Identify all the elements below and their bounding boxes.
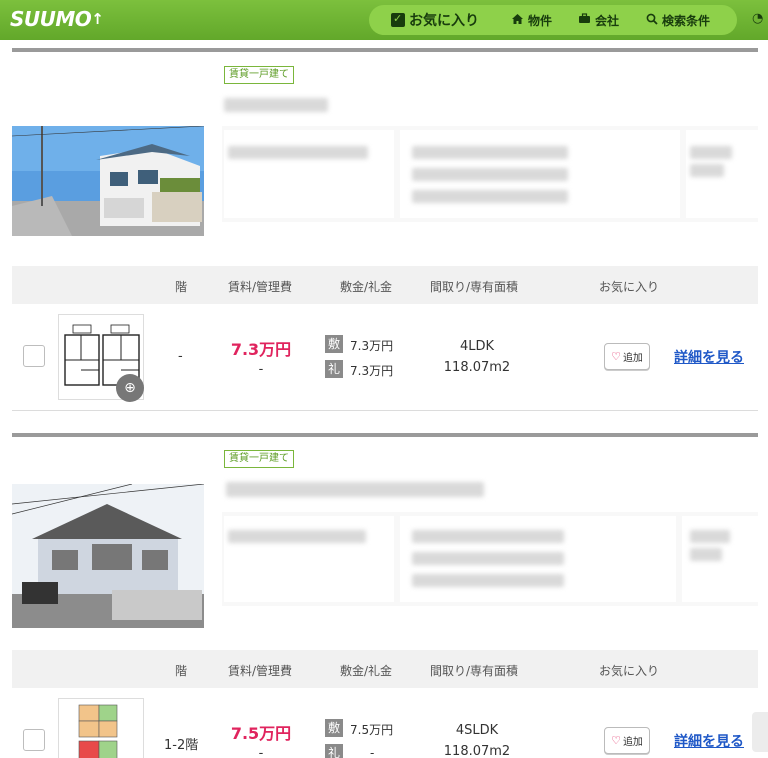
col-deposit: 敷金/礼金 <box>340 664 393 678</box>
floors-blurred <box>690 164 724 177</box>
deposit-badge: 敷 <box>325 719 343 737</box>
access-line-3-blurred <box>412 190 568 203</box>
property-type-tag: 賃貸一戸建て <box>224 450 294 468</box>
access-line-3-blurred <box>412 574 564 587</box>
property-type-tag: 賃貸一戸建て <box>224 66 294 84</box>
property-photo[interactable] <box>12 126 204 236</box>
access-line-1-blurred <box>412 146 568 159</box>
col-favorite: お気に入り <box>599 664 660 678</box>
room-checkbox[interactable] <box>23 729 45 751</box>
room-area: 118.07m2 <box>443 360 511 375</box>
add-favorite-label: 追加 <box>622 353 643 364</box>
property-name-blurred <box>226 482 484 497</box>
key-money-badge: 礼 <box>325 744 343 758</box>
nav-search-conditions[interactable]: 検索条件 <box>646 12 710 29</box>
add-favorite-button[interactable]: ♡ 追加 <box>604 343 650 370</box>
room-row: 1-2階 7.5万円 - 敷 7.5万円 礼 - 4SLDK 118.07m2 … <box>12 688 758 758</box>
zoom-icon[interactable]: ⊕ <box>116 374 144 402</box>
col-floor: 階 <box>175 664 188 678</box>
room-rent: 7.5万円 <box>230 724 292 743</box>
view-details-link[interactable]: 詳細を見る <box>674 347 744 367</box>
room-row: ⊕ - 7.3万円 - 敷 7.3万円 礼 7.3万円 4LDK 118.07m… <box>12 304 758 412</box>
col-rent: 賃料/管理費 <box>228 664 293 678</box>
col-deposit: 敷金/礼金 <box>340 280 393 294</box>
floorplan-image[interactable] <box>58 698 144 758</box>
nav-favorites[interactable]: お気に入り <box>391 10 479 30</box>
info-address <box>224 130 394 218</box>
site-header: SUUMO↑ お気に入り 物件 会社 検索条件 ◔ <box>0 0 768 40</box>
info-address <box>224 516 394 602</box>
age-blurred <box>690 530 730 543</box>
col-favorite: お気に入り <box>599 280 660 294</box>
deposit-badge: 敷 <box>325 335 343 353</box>
col-floor: 階 <box>175 280 188 294</box>
nav-search-label: 検索条件 <box>662 13 711 28</box>
room-table-header: 階 賃料/管理費 敷金/礼金 間取り/専有面積 お気に入り <box>12 650 758 688</box>
listing-divider <box>12 433 758 437</box>
suumo-logo[interactable]: SUUMO↑ <box>10 7 104 31</box>
key-money-value: 7.3万円 <box>350 364 394 378</box>
room-layout: 4LDK <box>459 339 495 354</box>
key-money-value: - <box>370 746 375 758</box>
key-money-badge: 礼 <box>325 360 343 378</box>
nav-companies[interactable]: 会社 <box>578 12 619 29</box>
nav-companies-label: 会社 <box>595 13 620 28</box>
access-line-2-blurred <box>412 552 564 565</box>
floors-blurred <box>690 548 722 561</box>
deposit-value: 7.3万円 <box>350 339 394 353</box>
property-photo[interactable] <box>12 484 204 628</box>
room-floor: - <box>178 349 183 364</box>
nav-properties[interactable]: 物件 <box>511 12 552 29</box>
room-management-fee: - <box>258 362 264 377</box>
heart-icon: ♡ <box>611 734 621 747</box>
access-line-1-blurred <box>412 530 564 543</box>
age-blurred <box>690 146 732 159</box>
deposit-value: 7.5万円 <box>350 723 394 737</box>
room-table-header: 階 賃料/管理費 敷金/礼金 間取り/専有面積 お気に入り <box>12 266 758 304</box>
room-floor: 1-2階 <box>164 738 199 753</box>
row-divider <box>12 410 758 411</box>
room-area: 118.07m2 <box>443 744 511 758</box>
room-management-fee: - <box>258 746 264 758</box>
search-icon <box>646 13 658 28</box>
briefcase-icon <box>578 13 591 27</box>
house-icon <box>511 13 524 28</box>
room-rent: 7.3万円 <box>230 340 292 359</box>
address-blurred <box>228 146 368 159</box>
nav-properties-label: 物件 <box>528 13 553 28</box>
view-details-link[interactable]: 詳細を見る <box>674 731 744 751</box>
heart-icon: ♡ <box>611 350 621 363</box>
add-favorite-button[interactable]: ♡ 追加 <box>604 727 650 754</box>
col-layout: 間取り/専有面積 <box>430 280 519 294</box>
favorite-check-icon <box>391 12 405 27</box>
logo-arrow-icon: ↑ <box>91 10 104 28</box>
room-checkbox[interactable] <box>23 345 45 367</box>
room-layout: 4SLDK <box>455 723 499 738</box>
side-panel-edge[interactable] <box>752 712 768 752</box>
history-clock-icon[interactable]: ◔ <box>752 11 768 29</box>
property-name-blurred <box>224 98 328 112</box>
access-line-2-blurred <box>412 168 568 181</box>
col-layout: 間取り/専有面積 <box>430 664 519 678</box>
header-nav: お気に入り 物件 会社 検索条件 <box>369 5 737 35</box>
listing-divider <box>12 48 758 52</box>
nav-favorites-label: お気に入り <box>409 13 479 29</box>
address-blurred <box>228 530 366 543</box>
add-favorite-label: 追加 <box>622 737 643 748</box>
col-rent: 賃料/管理費 <box>228 280 293 294</box>
